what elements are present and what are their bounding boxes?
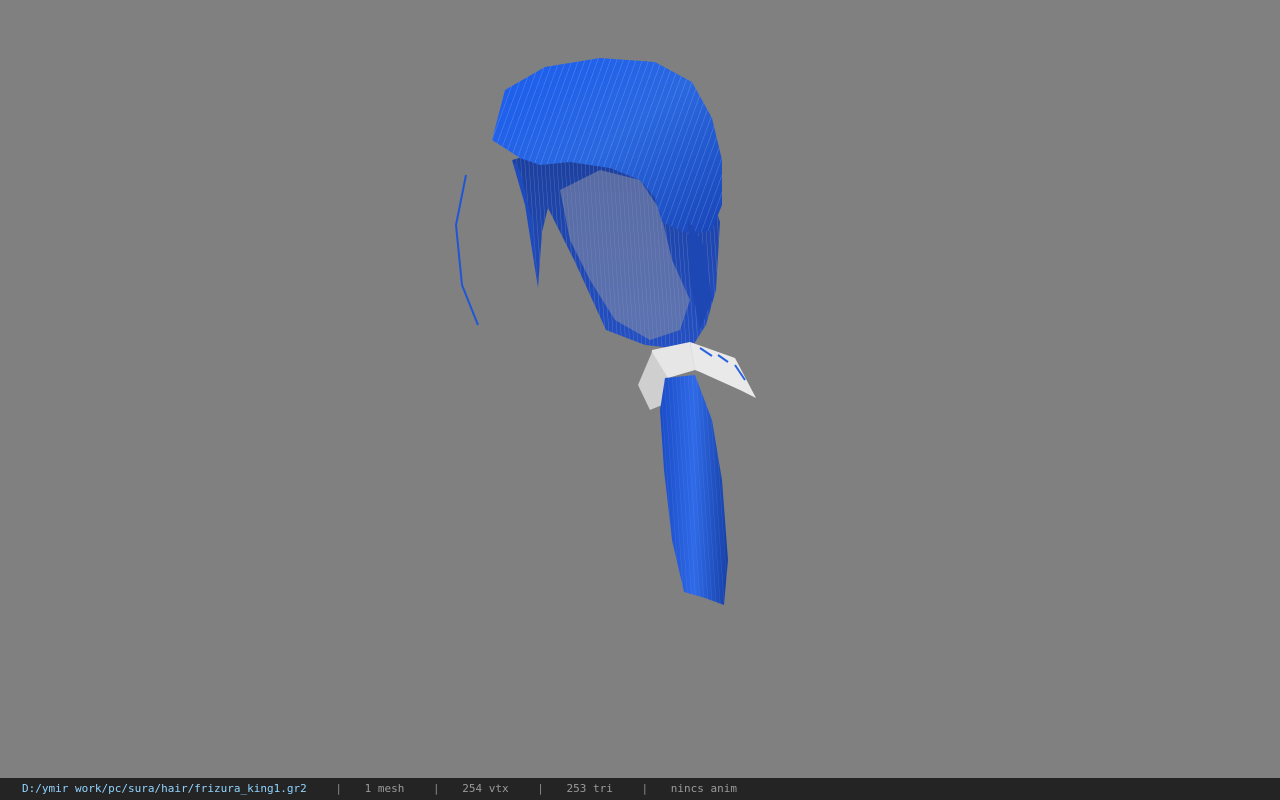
3d-viewport[interactable] [0,0,1280,778]
file-path-label: D:/ymir work/pc/sura/hair/frizura_king1.… [22,782,307,795]
vertex-count-label: 254 vtx [462,782,509,795]
status-separator: | [433,782,440,795]
stray-strand [454,174,479,326]
mesh-count-label: 1 mesh [364,782,405,795]
status-separator: | [641,782,649,795]
hair-model-render[interactable] [0,0,1280,778]
status-separator: | [537,782,544,795]
status-separator: | [335,782,343,795]
triangle-count-label: 253 tri [566,782,613,795]
status-bar: D:/ymir work/pc/sura/hair/frizura_king1.… [0,778,1280,800]
animation-status-label: nincs anim [670,782,737,795]
